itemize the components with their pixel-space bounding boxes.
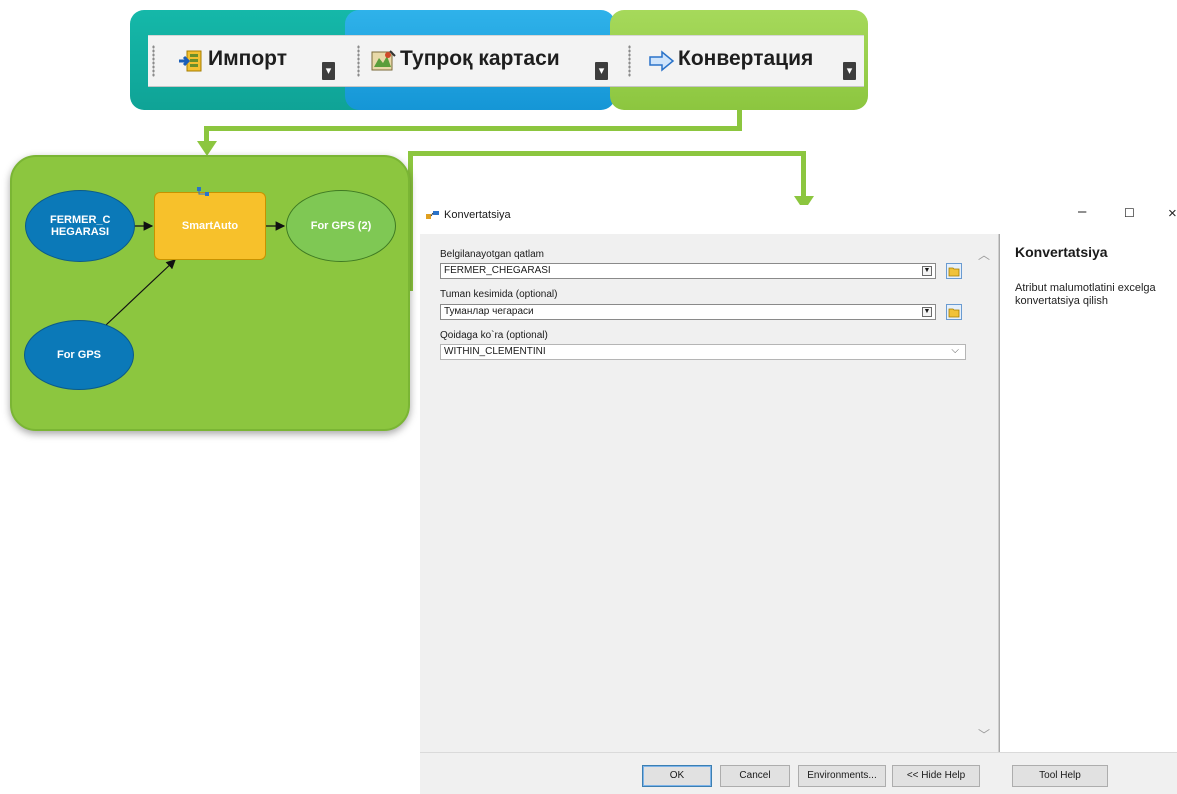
toolbar-grip[interactable] bbox=[152, 45, 155, 77]
maximize-icon[interactable]: ☐ bbox=[1124, 206, 1135, 220]
model-input-fermer-chegarasi[interactable]: FERMER_C HEGARASI bbox=[25, 190, 135, 262]
field-label-district: Tuman kesimida (optional) bbox=[440, 289, 558, 300]
ok-button[interactable]: OK bbox=[642, 765, 712, 787]
model-process-label: SmartAuto bbox=[181, 220, 239, 232]
help-title: Konvertatsiya bbox=[1015, 244, 1108, 260]
browse-folder-icon[interactable] bbox=[946, 304, 962, 320]
minimize-icon[interactable]: – bbox=[1078, 203, 1086, 220]
soil-map-icon bbox=[370, 49, 396, 73]
input-layer-value: FERMER_CHEGARASI bbox=[444, 265, 551, 276]
soil-map-label[interactable]: Тупроқ картаси bbox=[400, 47, 560, 71]
help-panel bbox=[999, 234, 1177, 752]
parameters-scrollbar[interactable] bbox=[976, 234, 996, 752]
cancel-button[interactable]: Cancel bbox=[720, 765, 790, 787]
field-label-input-layer: Belgilanayotgan qatlam bbox=[440, 249, 544, 260]
input-layer-combo[interactable]: FERMER_CHEGARASI ▼ bbox=[440, 263, 936, 279]
toolbar-import: Импорт ▾ bbox=[148, 35, 348, 87]
toolbar-convert: Конвертация ▾ bbox=[618, 35, 864, 87]
tool-help-button[interactable]: Tool Help bbox=[1012, 765, 1108, 787]
scroll-up-icon[interactable]: ︿ bbox=[978, 246, 990, 263]
connector-line bbox=[408, 151, 806, 156]
toolbar-grip[interactable] bbox=[357, 45, 360, 77]
district-layer-combo[interactable]: Туманлар чегараси ▼ bbox=[440, 304, 936, 320]
combo-arrow-icon[interactable]: ▼ bbox=[922, 307, 932, 317]
model-input-for-gps[interactable]: For GPS bbox=[24, 320, 134, 390]
toolbar-grip[interactable] bbox=[628, 45, 631, 77]
district-layer-value: Туманлар чегараси bbox=[444, 306, 534, 317]
model-output-label: For GPS (2) bbox=[310, 220, 372, 232]
chevron-down-icon[interactable]: ⌵ bbox=[951, 344, 959, 358]
model-tool-icon bbox=[426, 211, 439, 219]
help-text: Atribut malumotlatini excelga konvertats… bbox=[1015, 282, 1156, 307]
soil-map-dropdown-arrow-icon[interactable]: ▾ bbox=[595, 62, 608, 80]
model-input-label: For GPS bbox=[56, 349, 101, 361]
convert-arrow-icon bbox=[648, 49, 675, 73]
connector-line bbox=[204, 126, 742, 131]
process-tool-icon bbox=[197, 187, 209, 196]
import-dropdown-arrow-icon[interactable]: ▾ bbox=[322, 62, 335, 80]
connector-line bbox=[801, 151, 806, 199]
browse-folder-icon[interactable] bbox=[946, 263, 962, 279]
toolbar-soil-map: Тупроқ картаси ▾ bbox=[348, 35, 618, 87]
close-icon[interactable]: × bbox=[1168, 205, 1177, 222]
convert-label[interactable]: Конвертация bbox=[678, 47, 813, 71]
model-output-for-gps-2[interactable]: For GPS (2) bbox=[286, 190, 396, 262]
environments-button[interactable]: Environments... bbox=[798, 765, 886, 787]
dialog-title: Konvertatsiya bbox=[444, 209, 511, 221]
model-process-smartauto[interactable]: SmartAuto bbox=[154, 192, 266, 260]
model-input-label: FERMER_C HEGARASI bbox=[50, 214, 111, 238]
rule-value: WITHIN_CLEMENTINI bbox=[444, 346, 546, 357]
scroll-down-icon[interactable]: ﹀ bbox=[978, 726, 990, 743]
field-label-rule: Qoidaga ko`ra (optional) bbox=[440, 330, 548, 341]
combo-arrow-icon[interactable]: ▼ bbox=[922, 266, 932, 276]
convert-dropdown-arrow-icon[interactable]: ▾ bbox=[843, 62, 856, 80]
import-label[interactable]: Импорт bbox=[208, 47, 287, 71]
hide-help-button[interactable]: << Hide Help bbox=[892, 765, 980, 787]
import-icon bbox=[178, 49, 204, 73]
rule-select[interactable]: WITHIN_CLEMENTINI ⌵ bbox=[440, 344, 966, 360]
